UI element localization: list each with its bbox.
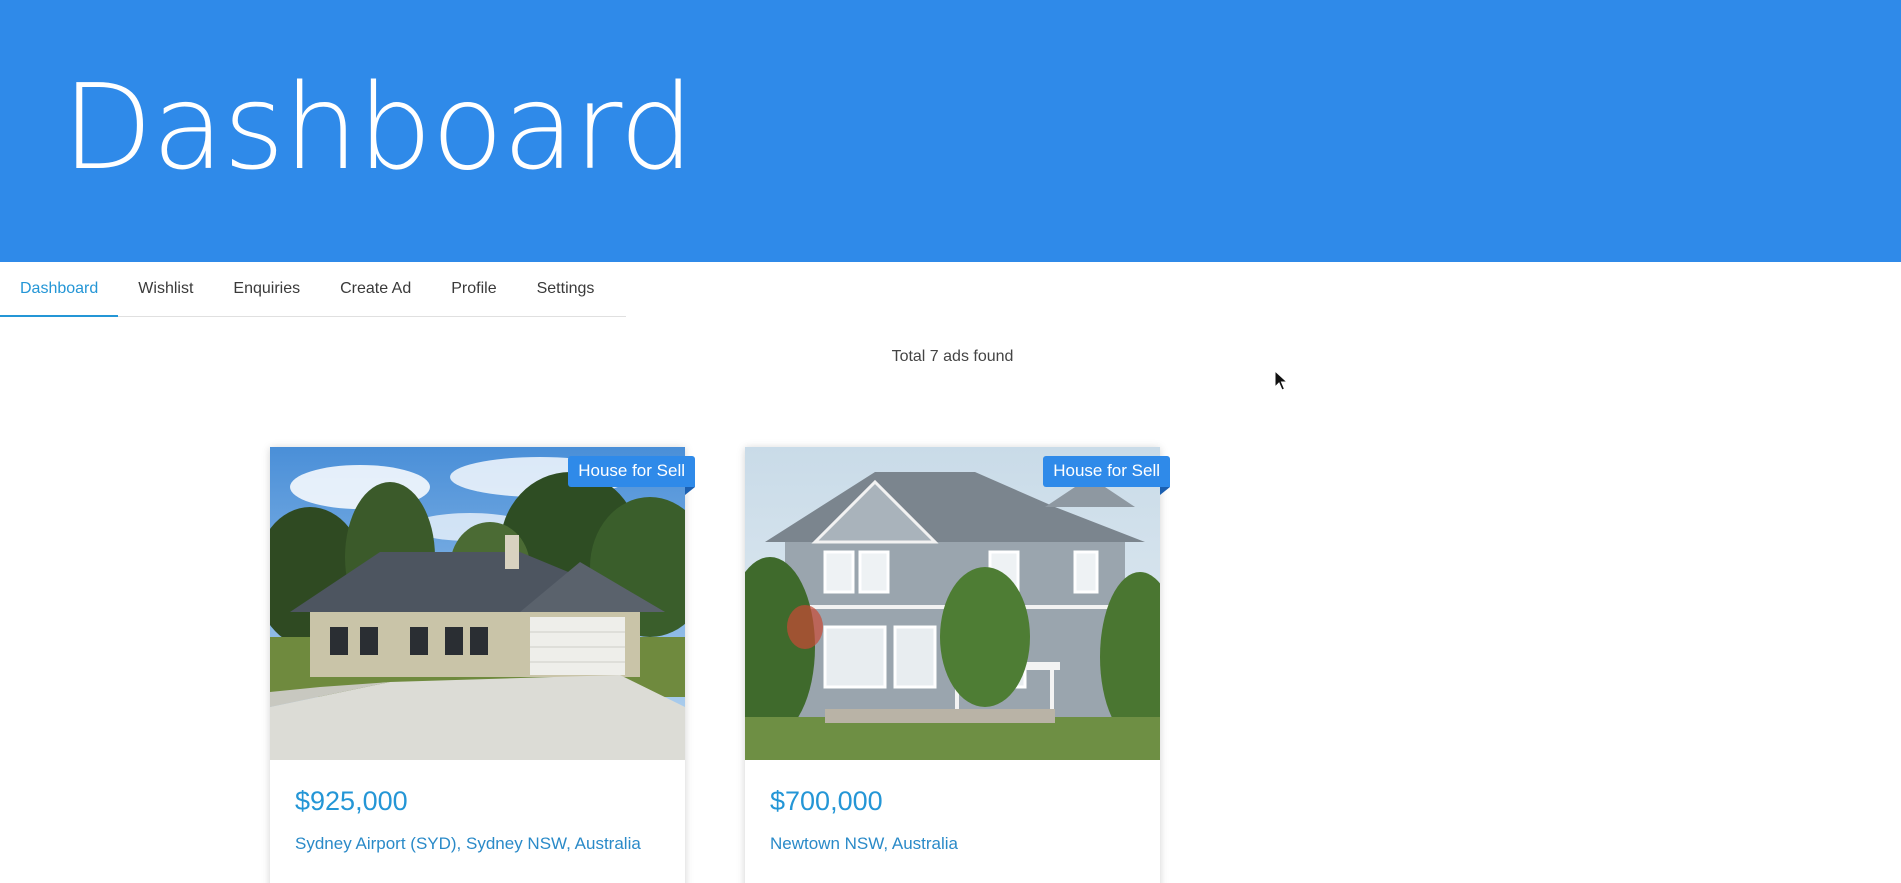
- tab-enquiries[interactable]: Enquiries: [213, 262, 320, 316]
- page: Dashboard Dashboard Wishlist Enquiries C…: [0, 0, 1901, 883]
- listing-location[interactable]: Sydney Airport (SYD), Sydney NSW, Austra…: [295, 831, 660, 857]
- tab-settings[interactable]: Settings: [517, 262, 615, 316]
- mouse-cursor-icon: [1274, 370, 1289, 391]
- tab-profile[interactable]: Profile: [431, 262, 516, 316]
- tab-create-ad[interactable]: Create Ad: [320, 262, 431, 316]
- listing-price: $925,000: [295, 786, 408, 816]
- listing-photo[interactable]: [745, 447, 1160, 760]
- page-header: Dashboard: [0, 0, 1901, 262]
- listing-type-badge: House for Sell: [1043, 456, 1170, 495]
- listing-location[interactable]: Newtown NSW, Australia: [770, 831, 1135, 857]
- listing-photo[interactable]: [270, 447, 685, 760]
- tab-wishlist[interactable]: Wishlist: [118, 262, 213, 316]
- listing-card[interactable]: House for Sell: [270, 447, 695, 883]
- listing-card[interactable]: House for Sell: [745, 447, 1170, 883]
- tab-dashboard[interactable]: Dashboard: [0, 262, 119, 317]
- results-count: Total 7 ads found: [891, 348, 1014, 365]
- listing-price: $700,000: [770, 786, 883, 816]
- page-title: Dashboard: [62, 58, 694, 196]
- listing-type-badge: House for Sell: [568, 456, 695, 495]
- tab-bar: Dashboard Wishlist Enquiries Create Ad P…: [0, 262, 626, 317]
